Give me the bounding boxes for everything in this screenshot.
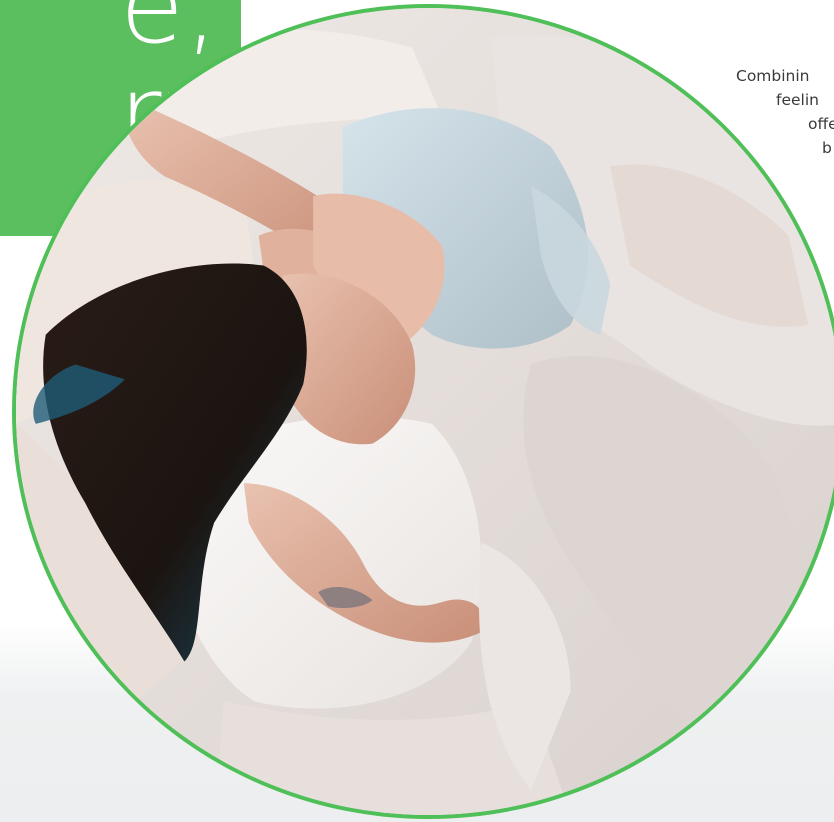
intro-line-1: Combinin xyxy=(736,67,810,85)
intro-line-2: feelin xyxy=(776,91,819,109)
hero-image-illustration xyxy=(16,8,834,815)
intro-line-3: offe xyxy=(808,115,834,133)
intro-paragraph: Combinin feelin offe b xyxy=(720,64,834,160)
hero-image xyxy=(12,4,834,819)
intro-line-4: b xyxy=(822,139,832,157)
